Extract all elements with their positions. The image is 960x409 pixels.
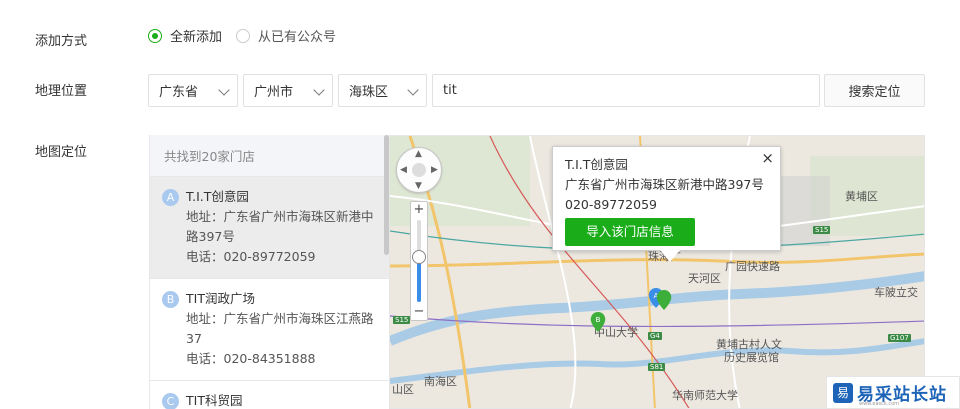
pan-up-icon[interactable]: ▲: [415, 149, 422, 159]
store-item-b[interactable]: B TIT润政广场 地址：广东省广州市海珠区江燕路37 电话：020-84351…: [150, 279, 389, 381]
map-marker-green-icon[interactable]: [656, 290, 672, 310]
site-watermark: 易 易采站长站 www.easck.com: [826, 376, 960, 409]
map-label-chebei: 车陂立交: [874, 286, 918, 299]
store-item-a[interactable]: A T.I.T创意园 地址：广东省广州市海珠区新港中路397号 电话：020-8…: [150, 177, 389, 279]
road-badge: S81: [648, 363, 666, 371]
zoom-slider-handle[interactable]: [412, 250, 426, 264]
marker-a-badge: A: [162, 189, 179, 206]
store-name: TIT科贸园: [186, 393, 243, 408]
chevron-down-icon: [313, 84, 325, 96]
road-badge: S15: [393, 316, 411, 324]
store-phone: 电话：020-89772059: [186, 249, 316, 264]
store-address: 地址：广东省广州市海珠区新港中路397号: [186, 209, 374, 244]
map-label-exhibition: 历史展览馆: [724, 351, 779, 364]
map-label-shanqu: 山区: [392, 383, 414, 396]
province-value: 广东省: [159, 85, 199, 100]
map-label-huanan-normal: 华南师范大学: [672, 389, 738, 402]
add-method-label: 添加方式: [35, 34, 88, 49]
store-phone: 电话：020-84351888: [186, 351, 316, 366]
store-list[interactable]: 共找到20家门店 A T.I.T创意园 地址：广东省广州市海珠区新港中路397号…: [149, 135, 389, 409]
pan-left-icon[interactable]: ◀: [400, 165, 407, 175]
location-label: 地理位置: [35, 84, 88, 99]
map-zoom-control[interactable]: + −: [410, 201, 428, 321]
popup-pointer: [660, 250, 680, 262]
close-icon[interactable]: ×: [761, 148, 774, 168]
store-info-popup: × T.I.T创意园 广东省广州市海珠区新港中路397号 020-8977205…: [552, 146, 781, 251]
district-select[interactable]: 海珠区: [338, 74, 427, 107]
city-select[interactable]: 广州市: [243, 74, 333, 107]
map-label-huangpu: 黄埔区: [845, 190, 878, 203]
road-badge: S15: [813, 226, 831, 234]
store-address: 地址：广东省广州市海珠区江燕路37: [186, 311, 374, 346]
svg-text:B: B: [596, 315, 601, 324]
store-name: T.I.T创意园: [186, 189, 249, 204]
radio-new-add-label: 全新添加: [170, 30, 223, 45]
marker-b-badge: B: [162, 291, 179, 308]
city-value: 广州市: [254, 85, 294, 100]
marker-c-badge: C: [162, 393, 179, 409]
map-view[interactable]: 黄埔区 广园快速路 珠海广 天河区 车陂立交 中山大学 黄埔古村人文 历史展览馆…: [389, 135, 925, 409]
radio-new-add[interactable]: 全新添加: [148, 26, 222, 45]
zoom-out-icon[interactable]: −: [411, 304, 427, 320]
pan-down-icon[interactable]: ▼: [415, 181, 422, 191]
radio-existing-account[interactable]: 从已有公众号: [236, 26, 336, 45]
search-locate-button[interactable]: 搜索定位: [824, 74, 925, 107]
map-label-guangyuan: 广园快速路: [725, 260, 780, 273]
import-store-info-button[interactable]: 导入该门店信息: [565, 218, 695, 246]
popup-store-name: T.I.T创意园: [565, 157, 628, 172]
map-label-tianhe: 天河区: [688, 272, 721, 285]
map-label-nanhai: 南海区: [424, 375, 457, 388]
map-pan-control[interactable]: ▲ ▼ ◀ ▶: [396, 147, 442, 193]
pan-center-icon[interactable]: [412, 163, 426, 177]
store-item-c[interactable]: C TIT科贸园: [150, 381, 389, 409]
province-select[interactable]: 广东省: [148, 74, 238, 107]
store-name: TIT润政广场: [186, 291, 255, 306]
radio-existing-account-label: 从已有公众号: [258, 30, 337, 45]
map-location-label: 地图定位: [35, 145, 88, 160]
popup-store-phone: 020-89772059: [565, 197, 657, 212]
popup-store-address: 广东省广州市海珠区新港中路397号: [565, 177, 764, 192]
chevron-down-icon: [407, 84, 419, 96]
watermark-subtext: www.easck.com: [859, 401, 900, 407]
keyword-search-input[interactable]: [432, 74, 820, 107]
radio-checked-icon: [148, 28, 162, 43]
pan-right-icon[interactable]: ▶: [431, 165, 438, 175]
radio-unchecked-icon: [236, 28, 250, 43]
watermark-logo-icon: 易: [833, 382, 853, 403]
district-value: 海珠区: [349, 85, 389, 100]
chevron-down-icon: [218, 84, 230, 96]
road-badge: G107: [888, 334, 911, 342]
road-badge: G4: [648, 332, 662, 340]
map-marker-b-icon[interactable]: B: [590, 312, 606, 332]
zoom-in-icon[interactable]: +: [411, 202, 427, 218]
store-list-header: 共找到20家门店: [150, 135, 389, 177]
